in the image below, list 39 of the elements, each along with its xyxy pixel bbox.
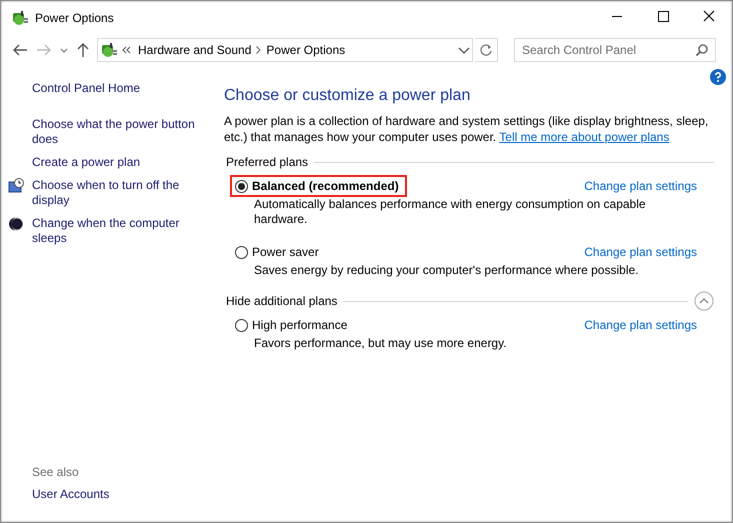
plan-description: Automatically balances performance with energy consumption on capable hardware. bbox=[253, 197, 647, 227]
monitor-clock-icon bbox=[8, 178, 24, 194]
collapse-chevron-icon[interactable] bbox=[694, 291, 714, 311]
change-settings-link[interactable]: Change plan settings bbox=[584, 318, 697, 332]
chevron-right-icon bbox=[256, 46, 262, 54]
radio-button[interactable] bbox=[235, 180, 248, 192]
learn-more-link[interactable]: Tell me more about power plans bbox=[499, 130, 670, 144]
radio-button[interactable] bbox=[235, 318, 248, 332]
sidebar-link[interactable]: Control Panel Home bbox=[8, 81, 206, 96]
change-settings-link[interactable]: Change plan settings bbox=[584, 245, 697, 259]
refresh-icon bbox=[479, 43, 493, 57]
search-field[interactable]: Search Control Panel bbox=[514, 38, 716, 62]
section-heading: Hide additional plans bbox=[226, 294, 338, 308]
sidebar-link[interactable]: Change when the computer sleeps bbox=[32, 216, 206, 246]
sidebar-link[interactable]: User Accounts bbox=[8, 487, 206, 502]
power-plug-icon bbox=[100, 41, 118, 59]
help-icon[interactable] bbox=[710, 69, 726, 85]
sidebar-link[interactable]: Create a power plan bbox=[32, 155, 140, 170]
power-plug-icon bbox=[11, 9, 29, 27]
plan-name[interactable]: Power saver bbox=[252, 245, 319, 259]
refresh-button[interactable] bbox=[475, 38, 498, 62]
plan-name[interactable]: Balanced (recommended) bbox=[252, 179, 399, 193]
window-title: Power Options bbox=[35, 11, 114, 25]
radio-button[interactable] bbox=[235, 246, 248, 258]
moon-icon bbox=[8, 216, 24, 232]
breadcrumb-item[interactable]: Power Options bbox=[264, 43, 348, 57]
change-settings-link[interactable]: Change plan settings bbox=[584, 179, 697, 193]
section-heading: Preferred plans bbox=[226, 155, 308, 169]
breadcrumb-item[interactable]: Hardware and Sound bbox=[136, 43, 254, 57]
plan-description: Saves energy by reducing your computer's performance where possible. bbox=[253, 263, 640, 278]
plan-description: Favors performance, but may use more energy. bbox=[253, 336, 508, 351]
plan-name[interactable]: High performance bbox=[252, 318, 348, 332]
see-also-heading: See also bbox=[31, 465, 80, 479]
search-icon bbox=[695, 43, 709, 57]
sidebar-link[interactable]: Choose what the power button does bbox=[32, 117, 206, 147]
sidebar-link[interactable]: Choose when to turn off the display bbox=[32, 178, 206, 208]
address-bar[interactable]: Hardware and Sound Power Options bbox=[97, 38, 473, 62]
page-heading: Choose or customize a power plan bbox=[224, 87, 472, 105]
description-text: A power plan is a collection of hardware and system settings (like display brightness, sleep, etc.) that manages how your computer uses power. Tell me more about power plans bbox=[224, 113, 710, 145]
